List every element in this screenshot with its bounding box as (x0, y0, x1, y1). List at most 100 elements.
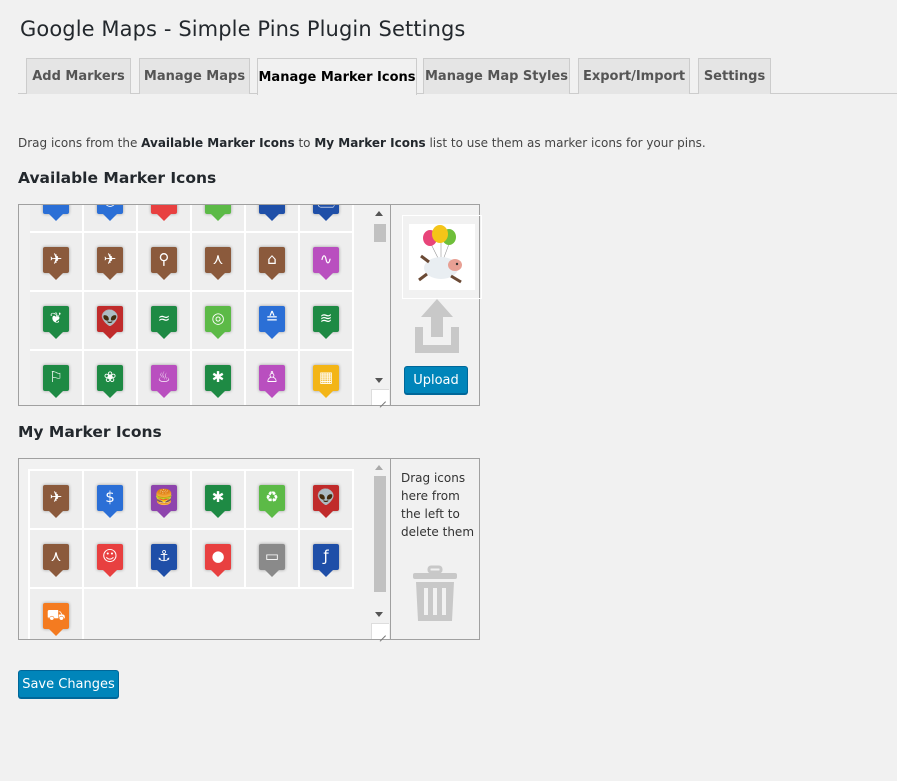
scroll-thumb[interactable] (374, 224, 386, 242)
marker-icon-cell[interactable]: ✓ (138, 205, 192, 233)
money-bag-icon: $ (97, 484, 123, 518)
page-title: Google Maps - Simple Pins Plugin Setting… (20, 17, 466, 41)
ant-icon: ✱ (205, 364, 231, 398)
intro-my-label: My Marker Icons (314, 136, 426, 150)
airplane-icon: ✈ (97, 246, 123, 280)
my-icons-grid: ✈ $ 🍔 ✱ ♻ 👽 ⋏ ☺ ⚓ ● ▭ ƒ ⛟ (28, 469, 354, 639)
scroll-down-arrow-icon[interactable] (375, 612, 383, 617)
ant-icon: ✱ (205, 484, 231, 518)
pool-icon: ≋ (313, 305, 339, 339)
marker-icon-cell[interactable]: ⛴ (300, 205, 354, 233)
tab-export-import[interactable]: Export/Import (578, 58, 690, 94)
function-icon: ƒ (313, 543, 339, 577)
fast-food-icon: 🍔 (151, 484, 177, 518)
check-tag-icon: ✓ (151, 205, 177, 221)
available-icons-list[interactable]: ≡ ◉ ✓ T ⊥ ⛴ ✈ ✈ ⚲ ⋏ ⌂ ∿ ❦ 👽 ≈ ◎ ≙ ≋ ⚐ ❀ ♨ ✱ ♙ ▦ (19, 205, 389, 405)
intro-text: list to use them as marker icons for you… (425, 136, 706, 150)
marker-icon-cell[interactable]: 👽 (300, 471, 354, 530)
marker-icon-cell[interactable]: ● (192, 530, 246, 589)
marker-icon-cell[interactable]: ❦ (30, 292, 84, 351)
marker-icon-cell[interactable]: ◉ (84, 205, 138, 233)
tab-manage-maps[interactable]: Manage Maps (139, 58, 250, 94)
marker-icon-cell[interactable]: ♻ (246, 471, 300, 530)
upload-icon (415, 299, 459, 353)
document-icon: ≡ (43, 205, 69, 221)
upload-area: Upload (390, 205, 482, 405)
terminal-icon: ⌂ (259, 246, 285, 280)
marker-icon-cell[interactable]: $ (84, 471, 138, 530)
marker-icon-cell[interactable]: ⛟ (30, 589, 84, 639)
airport-gates-icon: ⚲ (151, 246, 177, 280)
apartment-icon: ▦ (313, 364, 339, 398)
alien-icon: 👽 (97, 305, 123, 339)
marker-icon-cell[interactable]: T (192, 205, 246, 233)
jeep-icon: ⛟ (43, 602, 69, 636)
marker-icon-cell[interactable]: ☺ (84, 530, 138, 589)
airplane-icon: ✈ (43, 484, 69, 518)
marker-icon-cell[interactable]: ⚐ (30, 351, 84, 405)
anemometer-icon: ⚐ (43, 364, 69, 398)
scroll-up-arrow-icon[interactable] (375, 465, 383, 470)
marker-icon-cell[interactable]: ≈ (138, 292, 192, 351)
marker-icon-cell[interactable]: ≋ (300, 292, 354, 351)
marker-icon-cell[interactable]: ⌂ (246, 233, 300, 292)
instructions-text: Drag icons from the Available Marker Ico… (18, 136, 706, 150)
monument-icon: ⊥ (259, 205, 285, 221)
marker-icon-cell[interactable]: ▦ (300, 351, 354, 405)
sonar-icon: ◎ (205, 305, 231, 339)
marker-icon-cell[interactable]: ✱ (192, 351, 246, 405)
resize-grip-icon[interactable] (371, 623, 389, 639)
marker-icon-cell[interactable]: ⚓ (138, 530, 192, 589)
marker-icon-cell[interactable]: ⋏ (30, 530, 84, 589)
scroll-up-arrow-icon[interactable] (375, 211, 383, 216)
save-changes-button[interactable]: Save Changes (18, 670, 119, 698)
marker-icon-cell[interactable]: 👽 (84, 292, 138, 351)
available-scrollbar[interactable] (371, 205, 389, 405)
breastfeeding-icon: ☺ (97, 543, 123, 577)
tab-manage-map-styles[interactable]: Manage Map Styles (423, 58, 570, 94)
marker-icon-cell[interactable]: ⚲ (138, 233, 192, 292)
runway-icon: ⋏ (43, 543, 69, 577)
tab-manage-marker-icons[interactable]: Manage Marker Icons (257, 58, 417, 95)
intro-available-label: Available Marker Icons (141, 136, 295, 150)
marker-icon-cell[interactable]: ∿ (300, 233, 354, 292)
marker-icon-cell[interactable]: ▭ (246, 530, 300, 589)
marker-icon-cell[interactable]: ≙ (246, 292, 300, 351)
upload-preview (402, 215, 482, 299)
delete-drop-zone[interactable]: Drag icons here from the left to delete … (390, 459, 479, 639)
upload-button[interactable]: Upload (404, 366, 468, 394)
runway-icon: ⋏ (205, 246, 231, 280)
fishing-icon: ⚓ (151, 543, 177, 577)
available-icons-grid: ≡ ◉ ✓ T ⊥ ⛴ ✈ ✈ ⚲ ⋏ ⌂ ∿ ❦ 👽 ≈ ◎ ≙ ≋ ⚐ ❀ ♨ ✱ ♙ ▦ (30, 205, 354, 405)
resize-grip-icon[interactable] (371, 389, 389, 405)
marker-icon-cell[interactable]: ✈ (30, 471, 84, 530)
marker-icon-cell[interactable]: ✈ (30, 233, 84, 292)
footprint-icon: ● (205, 543, 231, 577)
marker-icon-cell[interactable]: ⋏ (192, 233, 246, 292)
boat-icon: ⛴ (313, 205, 339, 221)
marker-icon-cell[interactable]: ƒ (300, 530, 354, 589)
marker-icon-cell[interactable]: ≡ (30, 205, 84, 233)
birthday-cake-icon: ♨ (151, 364, 177, 398)
marker-icon-cell[interactable]: ✈ (84, 233, 138, 292)
tab-bar: Add Markers Manage Maps Manage Marker Ic… (18, 58, 897, 95)
disc-icon: ◉ (97, 205, 123, 221)
small-plane-icon: ✈ (43, 246, 69, 280)
recycling-icon: ♻ (259, 484, 285, 518)
scroll-thumb[interactable] (374, 476, 386, 592)
marker-icon-cell[interactable]: ◎ (192, 292, 246, 351)
marker-icon-cell[interactable]: ✱ (192, 471, 246, 530)
marker-icon-cell[interactable]: ❀ (84, 351, 138, 405)
alligator-icon: ≈ (151, 305, 177, 339)
marker-icon-cell[interactable]: ♙ (246, 351, 300, 405)
intro-text: Drag icons from the (18, 136, 142, 150)
tab-add-markers[interactable]: Add Markers (26, 58, 131, 94)
marker-icon-cell[interactable]: 🍔 (138, 471, 192, 530)
scroll-down-arrow-icon[interactable] (375, 378, 383, 383)
marker-icon-cell[interactable]: ♨ (138, 351, 192, 405)
tab-settings[interactable]: Settings (698, 58, 771, 94)
marker-icon-cell[interactable]: ⊥ (246, 205, 300, 233)
sheep-balloons-image (409, 224, 475, 290)
my-icons-list[interactable]: ✈ $ 🍔 ✱ ♻ 👽 ⋏ ☺ ⚓ ● ▭ ƒ ⛟ (19, 459, 389, 639)
my-icons-scrollbar[interactable] (371, 459, 389, 639)
